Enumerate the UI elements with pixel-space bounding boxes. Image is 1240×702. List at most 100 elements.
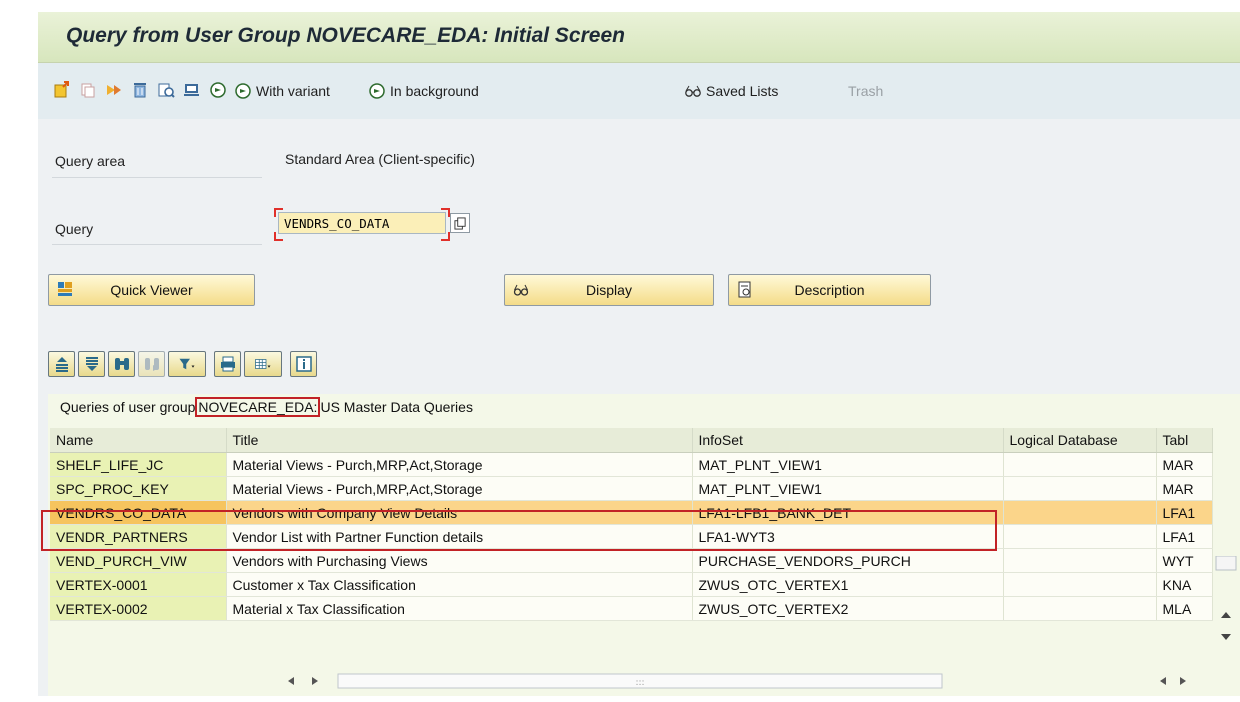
cell-title[interactable]: Customer x Tax Classification xyxy=(226,572,693,597)
cell-title[interactable]: Material x Tax Classification xyxy=(226,596,693,621)
sort-ascending-button[interactable] xyxy=(48,351,75,377)
table-row[interactable]: VEND_PURCH_VIW Vendors with Purchasing V… xyxy=(50,548,1213,573)
cell-infoset[interactable]: ZWUS_OTC_VERTEX2 xyxy=(692,596,1004,621)
cell-logical-database[interactable] xyxy=(1003,476,1157,501)
cell-table[interactable]: LFA1 xyxy=(1156,500,1213,525)
sap-window: Query from User Group NOVECARE_EDA: Init… xyxy=(38,12,1240,696)
scroll-grip: ::: xyxy=(635,678,644,688)
cell-logical-database[interactable] xyxy=(1003,596,1157,621)
selection-form: Query area Standard Area (Client-specifi… xyxy=(38,120,1240,356)
description-button[interactable]: Description xyxy=(728,274,931,306)
sort-ascending-icon xyxy=(55,357,68,372)
cell-logical-database[interactable] xyxy=(1003,548,1157,573)
scroll-up-arrow-icon[interactable] xyxy=(1221,612,1231,618)
focus-corner xyxy=(274,208,283,217)
find-next-button[interactable] xyxy=(138,351,165,377)
query-area-label: Query area xyxy=(55,153,126,169)
execute-in-background-button[interactable]: In background xyxy=(368,78,479,104)
grid-caption: Queries of user group NOVECARE_EDA: US Mas… xyxy=(60,397,473,417)
scroll-down-arrow-icon[interactable] xyxy=(1221,634,1231,640)
cell-logical-database[interactable] xyxy=(1003,452,1157,477)
filter-button[interactable] xyxy=(168,351,206,377)
find-button[interactable] xyxy=(108,351,135,377)
cell-infoset[interactable]: ZWUS_OTC_VERTEX1 xyxy=(692,572,1004,597)
query-value-help-button[interactable] xyxy=(450,213,470,233)
cell-table[interactable]: MAR xyxy=(1156,452,1213,477)
focus-corner xyxy=(441,232,450,241)
delete-icon[interactable] xyxy=(130,80,150,100)
cell-table[interactable]: LFA1 xyxy=(1156,524,1213,549)
create-query-icon[interactable] xyxy=(52,80,72,100)
execute-with-variant-button[interactable]: With variant xyxy=(234,78,330,104)
cell-name[interactable]: VERTEX-0001 xyxy=(50,572,227,597)
column-header-logical-database[interactable]: Logical Database xyxy=(1003,428,1157,453)
table-container: Name Title InfoSet Logical Database Tabl… xyxy=(48,428,1240,696)
cell-infoset[interactable]: MAT_PLNT_VIEW1 xyxy=(692,476,1004,501)
cell-table[interactable]: MAR xyxy=(1156,476,1213,501)
caption-user-group: NOVECARE_EDA: xyxy=(195,397,321,417)
label-underline xyxy=(52,244,262,245)
cell-infoset[interactable]: MAT_PLNT_VIEW1 xyxy=(692,452,1004,477)
cell-name[interactable]: SPC_PROC_KEY xyxy=(50,476,227,501)
in-background-label: In background xyxy=(390,83,479,99)
cell-table[interactable]: KNA xyxy=(1156,572,1213,597)
cell-infoset[interactable]: PURCHASE_VENDORS_PURCH xyxy=(692,548,1004,573)
column-header-table[interactable]: Tabl xyxy=(1156,428,1213,453)
table-row[interactable]: SPC_PROC_KEY Material Views - Purch,MRP,… xyxy=(50,476,1213,501)
scroll-right-arrow-icon[interactable] xyxy=(1180,677,1186,685)
cell-logical-database[interactable] xyxy=(1003,500,1157,525)
scroll-left-arrow-icon[interactable] xyxy=(1160,677,1166,685)
cell-name[interactable]: VEND_PURCH_VIW xyxy=(50,548,227,573)
saved-lists-button[interactable]: Saved Lists xyxy=(684,78,778,104)
column-header-infoset[interactable]: InfoSet xyxy=(692,428,1004,453)
cell-table[interactable]: MLA xyxy=(1156,596,1213,621)
saved-lists-label: Saved Lists xyxy=(706,83,779,99)
change-icon[interactable] xyxy=(104,80,124,100)
trash-label: Trash xyxy=(848,83,884,99)
information-button[interactable] xyxy=(290,351,317,377)
column-header-name[interactable]: Name xyxy=(50,428,227,453)
query-input[interactable] xyxy=(278,212,446,234)
print-icon xyxy=(220,356,235,372)
vertical-scrollbar[interactable] xyxy=(1212,556,1240,666)
layout-button[interactable] xyxy=(244,351,282,377)
trash-button[interactable]: Trash xyxy=(848,78,883,104)
column-header-title[interactable]: Title xyxy=(226,428,693,453)
filter-icon xyxy=(179,358,195,370)
sort-descending-icon xyxy=(85,357,98,371)
highlight-selected-row xyxy=(41,510,997,551)
table-row[interactable]: VERTEX-0001 Customer x Tax Classificatio… xyxy=(50,572,1213,597)
scroll-right-arrow-icon[interactable] xyxy=(312,677,318,685)
table-row[interactable]: SHELF_LIFE_JC Material Views - Purch,MRP… xyxy=(50,452,1213,477)
copy-icon[interactable] xyxy=(78,80,98,100)
display-button[interactable]: Display xyxy=(504,274,714,306)
title-bar: Query from User Group NOVECARE_EDA: Init… xyxy=(38,12,1240,63)
binoculars-icon xyxy=(114,358,129,370)
with-variant-label: With variant xyxy=(256,83,330,99)
cell-table[interactable]: WYT xyxy=(1156,548,1213,573)
cell-title[interactable]: Material Views - Purch,MRP,Act,Storage xyxy=(226,476,693,501)
cell-name[interactable]: SHELF_LIFE_JC xyxy=(50,452,227,477)
query-area-value: Standard Area (Client-specific) xyxy=(285,151,475,167)
execute-icon[interactable] xyxy=(208,80,228,100)
scroll-left-arrow-icon[interactable] xyxy=(288,677,294,685)
print-button[interactable] xyxy=(214,351,241,377)
caption-suffix: US Master Data Queries xyxy=(320,399,473,415)
cell-logical-database[interactable] xyxy=(1003,572,1157,597)
quick-viewer-button[interactable]: Quick Viewer xyxy=(48,274,255,306)
sort-descending-button[interactable] xyxy=(78,351,105,377)
cell-name[interactable]: VERTEX-0002 xyxy=(50,596,227,621)
horizontal-scrollbar[interactable]: ::: xyxy=(224,671,1202,691)
cell-title[interactable]: Vendors with Purchasing Views xyxy=(226,548,693,573)
table-row[interactable]: VERTEX-0002 Material x Tax Classificatio… xyxy=(50,596,1213,621)
copy-window-icon xyxy=(453,216,466,230)
alv-toolbar xyxy=(48,347,320,381)
scroll-thumb[interactable] xyxy=(1215,556,1237,571)
info-icon xyxy=(295,356,312,372)
focus-corner xyxy=(274,232,283,241)
cell-logical-database[interactable] xyxy=(1003,524,1157,549)
transport-icon[interactable] xyxy=(182,80,202,100)
description-icon[interactable] xyxy=(156,80,176,100)
cell-title[interactable]: Material Views - Purch,MRP,Act,Storage xyxy=(226,452,693,477)
application-toolbar: With variant In background Saved Lists T… xyxy=(38,63,1240,119)
